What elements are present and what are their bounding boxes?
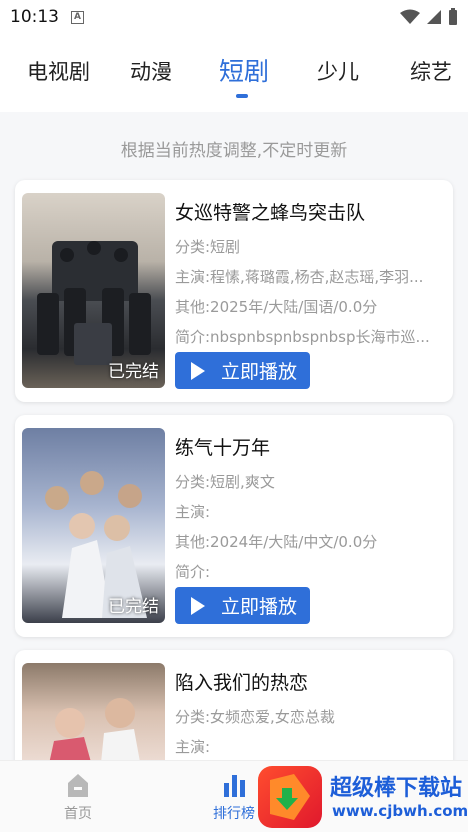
play-now-button[interactable]: 立即播放 — [175, 587, 310, 624]
drama-title[interactable]: 陷入我们的热恋 — [175, 668, 308, 695]
poster-image[interactable]: 已完结 — [22, 428, 165, 623]
poster-image[interactable]: 已完结 — [22, 193, 165, 388]
drama-intro: 简介: — [175, 563, 211, 581]
drama-title[interactable]: 练气十万年 — [175, 433, 270, 460]
watermark-title: 超级棒下载站 — [330, 776, 463, 801]
tab-variety[interactable]: 综艺 — [410, 56, 452, 86]
drama-other-info: 其他:2025年/大陆/国语/0.0分 — [175, 298, 378, 316]
category-tabs: 电视剧 动漫 短剧 少儿 综艺 — [0, 34, 468, 112]
watermark-url: www.cjbwh.com — [332, 802, 468, 820]
drama-title[interactable]: 女巡特警之蜂鸟突击队 — [175, 198, 365, 225]
status-tag: 已完结 — [108, 362, 159, 382]
play-button-label: 立即播放 — [221, 361, 298, 383]
drama-card[interactable]: 已完结 练气十万年 分类:短剧,爽文 主演: 其他:2024年/大陆/中文/0.… — [15, 415, 453, 637]
drama-cast: 主演: — [175, 738, 211, 756]
drama-intro: 简介:nbspnbspnbspnbsp长海市巡... — [175, 328, 430, 346]
drama-category: 分类:短剧 — [175, 238, 241, 256]
drama-cast: 主演: — [175, 503, 211, 521]
status-bar: 10:13 A — [0, 0, 468, 34]
watermark-logo-icon — [258, 766, 322, 828]
active-tab-indicator — [236, 94, 248, 98]
notification-a-icon: A — [71, 10, 84, 24]
nav-home[interactable]: 首页 — [28, 771, 128, 823]
tab-kids[interactable]: 少儿 — [317, 56, 359, 86]
ranking-hint: 根据当前热度调整,不定时更新 — [120, 141, 348, 161]
download-arrow-icon — [270, 774, 310, 820]
status-tag: 已完结 — [108, 597, 159, 617]
play-button-label: 立即播放 — [221, 596, 298, 618]
signal-icon — [427, 10, 441, 24]
nav-home-label: 首页 — [64, 806, 92, 822]
play-icon — [191, 596, 205, 615]
tab-anime[interactable]: 动漫 — [130, 56, 172, 86]
site-watermark: 超级棒下载站 www.cjbwh.com — [258, 764, 468, 832]
poster-image[interactable] — [22, 663, 165, 773]
poster-art — [47, 698, 142, 773]
drama-category: 分类:女频恋爱,女恋总裁 — [175, 708, 335, 726]
drama-card[interactable]: 已完结 女巡特警之蜂鸟突击队 分类:短剧 主演:程愫,蒋璐霞,杨杏,赵志瑶,李羽… — [15, 180, 453, 402]
tab-tv-series[interactable]: 电视剧 — [27, 56, 90, 86]
wifi-icon — [400, 9, 420, 24]
status-time: 10:13 — [10, 7, 59, 27]
tab-short-drama[interactable]: 短剧 — [219, 52, 269, 88]
chart-icon — [224, 775, 245, 797]
drama-category: 分类:短剧,爽文 — [175, 473, 275, 491]
drama-other-info: 其他:2024年/大陆/中文/0.0分 — [175, 533, 378, 551]
battery-icon — [449, 8, 457, 25]
home-icon — [68, 774, 88, 797]
play-now-button[interactable]: 立即播放 — [175, 352, 310, 389]
play-icon — [191, 361, 205, 380]
drama-cast: 主演:程愫,蒋璐霞,杨杏,赵志瑶,李羽... — [175, 268, 424, 286]
